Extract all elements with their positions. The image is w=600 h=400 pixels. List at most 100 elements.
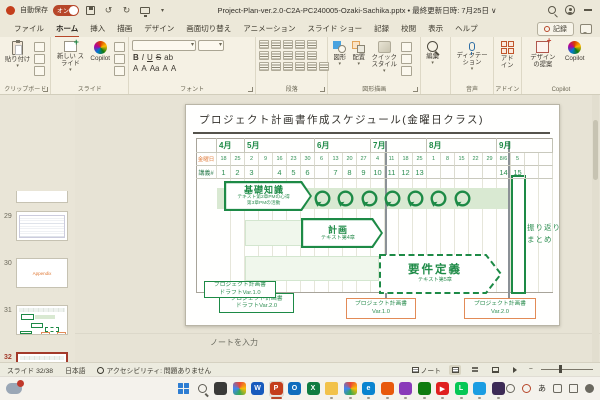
loop-icon-0[interactable] <box>313 189 332 208</box>
date-cell-5[interactable]: 23 <box>287 153 301 166</box>
loop-icon-3[interactable] <box>383 189 402 208</box>
cut-button[interactable] <box>34 42 45 52</box>
present-button[interactable] <box>138 4 151 17</box>
font-style-button-0[interactable]: B <box>133 53 139 62</box>
final-lecture-highlight[interactable] <box>511 175 526 294</box>
date-cell-1[interactable]: 25 <box>231 153 245 166</box>
paragraph-button-2-2[interactable] <box>283 62 293 71</box>
sync-tray-icon[interactable] <box>506 384 515 393</box>
font-style-button-1[interactable]: I <box>142 53 144 62</box>
search-button[interactable] <box>545 4 558 17</box>
accessibility-status[interactable]: アクセシビリティ: 問題ありません <box>97 365 211 375</box>
lecture-cell-4[interactable]: 4 <box>273 166 287 179</box>
date-cell-0[interactable]: 18 <box>217 153 231 166</box>
font-extra-button-1[interactable]: A <box>141 64 146 73</box>
tab-9[interactable]: 校閲 <box>395 20 422 38</box>
font-extra-button-0[interactable]: A <box>133 64 138 73</box>
autosave-toggle[interactable]: オン <box>53 5 79 16</box>
taskbar-app-start[interactable] <box>176 381 191 397</box>
date-cell-9[interactable]: 20 <box>343 153 357 166</box>
deliverable-box-3[interactable]: プロジェクト計画書Var.2.0 <box>464 298 536 319</box>
tab-8[interactable]: 記録 <box>368 20 395 38</box>
date-cell-2[interactable]: 2 <box>245 153 259 166</box>
paragraph-button-0-0[interactable] <box>259 40 269 49</box>
slide-title[interactable]: プロジェクト計画書作成スケジュール(金曜日クラス) <box>199 112 484 127</box>
dictate-button[interactable]: ディクテー ション▾ <box>454 40 489 74</box>
lecture-cell-6[interactable]: 6 <box>301 166 315 179</box>
lecture-cell-10[interactable]: 9 <box>357 166 371 179</box>
tab-7[interactable]: スライド ショー <box>301 20 368 38</box>
taskbar-app-powerpoint[interactable]: P <box>269 381 284 397</box>
phase-band-requirements[interactable] <box>245 256 379 281</box>
notes-placeholder[interactable]: ノートを入力 <box>210 337 258 348</box>
lecture-cell-13[interactable]: 12 <box>399 166 413 179</box>
slide-sorter-view-button[interactable] <box>469 365 481 375</box>
cloud-tray-icon[interactable] <box>585 384 594 393</box>
font-extra-button-3[interactable]: A <box>163 64 168 73</box>
thumbnail-slide-30[interactable]: 30Appendix <box>0 258 75 302</box>
format-painter-button[interactable] <box>34 66 45 76</box>
taskbar-app-word[interactable]: W <box>250 381 265 397</box>
date-cell-8[interactable]: 13 <box>329 153 343 166</box>
taskbar-app-outlook[interactable]: O <box>287 381 302 397</box>
arrange-button[interactable]: 配置▾ <box>350 40 367 69</box>
foundation-chevron[interactable]: 基礎知識 テキスト第2章PMの心得 第3章PMの活動 <box>224 181 312 211</box>
taskbar-app-excel[interactable]: X <box>306 381 321 397</box>
taskbar-app-app-orange[interactable] <box>380 381 395 397</box>
tab-3[interactable]: 描画 <box>111 20 138 38</box>
network-tray-icon[interactable] <box>522 384 531 393</box>
zoom-out-button[interactable]: − <box>529 366 533 373</box>
layout-button[interactable] <box>114 42 125 52</box>
section-button[interactable] <box>114 66 125 76</box>
date-cell-14[interactable]: 25 <box>413 153 427 166</box>
new-slide-button[interactable]: 新しい スライド▾ <box>54 40 86 75</box>
lecture-cell-20[interactable]: 14 <box>497 166 511 179</box>
phase-band-plan[interactable] <box>245 220 305 246</box>
notes-toggle-button[interactable]: ノート <box>412 365 441 375</box>
font-dialog-launcher[interactable] <box>248 87 253 92</box>
lecture-cell-7[interactable] <box>315 166 329 179</box>
clipboard-dialog-launcher[interactable] <box>43 87 48 92</box>
date-cell-13[interactable]: 18 <box>399 153 413 166</box>
copilot-group-button[interactable]: Copilot <box>563 40 587 63</box>
schedule-table[interactable]: 4月5月6月7月8月9月金曜日1825291623306132027411182… <box>196 138 553 179</box>
font-extra-button-2[interactable]: Aa <box>150 64 160 73</box>
paragraph-button-0-2[interactable] <box>283 40 293 49</box>
taskbar-app-app-blue[interactable] <box>472 381 487 397</box>
requirements-chevron[interactable]: 要件定義 テキスト第5章 <box>379 254 503 294</box>
paragraph-button-1-0[interactable] <box>259 51 269 60</box>
lecture-cell-0[interactable]: 1 <box>217 166 231 179</box>
taskbar-app-chrome[interactable] <box>343 381 358 397</box>
app-icon[interactable] <box>6 6 15 15</box>
lecture-cell-21[interactable]: 15 <box>511 166 525 179</box>
taskbar-app-task-view[interactable] <box>213 381 228 397</box>
lecture-cell-16[interactable] <box>441 166 455 179</box>
paragraph-button-2-3[interactable] <box>295 62 305 71</box>
account-button[interactable] <box>563 4 576 17</box>
reading-view-button[interactable] <box>489 365 501 375</box>
date-cell-12[interactable]: 11 <box>385 153 399 166</box>
paragraph-button-1-2[interactable] <box>283 51 293 60</box>
comments-icon[interactable] <box>580 24 592 34</box>
taskbar-app-search[interactable] <box>195 381 210 397</box>
lecture-cell-18[interactable] <box>469 166 483 179</box>
vertical-scrollbar[interactable] <box>592 95 599 362</box>
date-cell-11[interactable]: 4 <box>371 153 385 166</box>
tab-10[interactable]: 表示 <box>422 20 449 38</box>
quick-styles-button[interactable]: クイック スタイル▾ <box>369 40 399 76</box>
scrollbar-thumb[interactable] <box>593 120 598 180</box>
date-cell-16[interactable]: 8 <box>441 153 455 166</box>
thumbnail-preview-31[interactable] <box>16 305 68 335</box>
tab-5[interactable]: 画面切り替え <box>180 20 237 38</box>
review-summary-label[interactable]: 振り返り まとめ <box>527 222 561 246</box>
zoom-slider[interactable] <box>541 369 593 370</box>
date-cell-6[interactable]: 30 <box>301 153 315 166</box>
redo-button[interactable]: ↻ <box>120 4 133 17</box>
shape-effects-button[interactable] <box>401 66 412 76</box>
lecture-cell-5[interactable]: 5 <box>287 166 301 179</box>
language-indicator[interactable]: 日本語 <box>65 365 85 375</box>
thumbnail-slide-29[interactable]: 29 <box>0 211 75 255</box>
paragraph-button-0-1[interactable] <box>271 40 281 49</box>
date-cell-17[interactable]: 15 <box>455 153 469 166</box>
date-cell-19[interactable]: 29 <box>483 153 497 166</box>
